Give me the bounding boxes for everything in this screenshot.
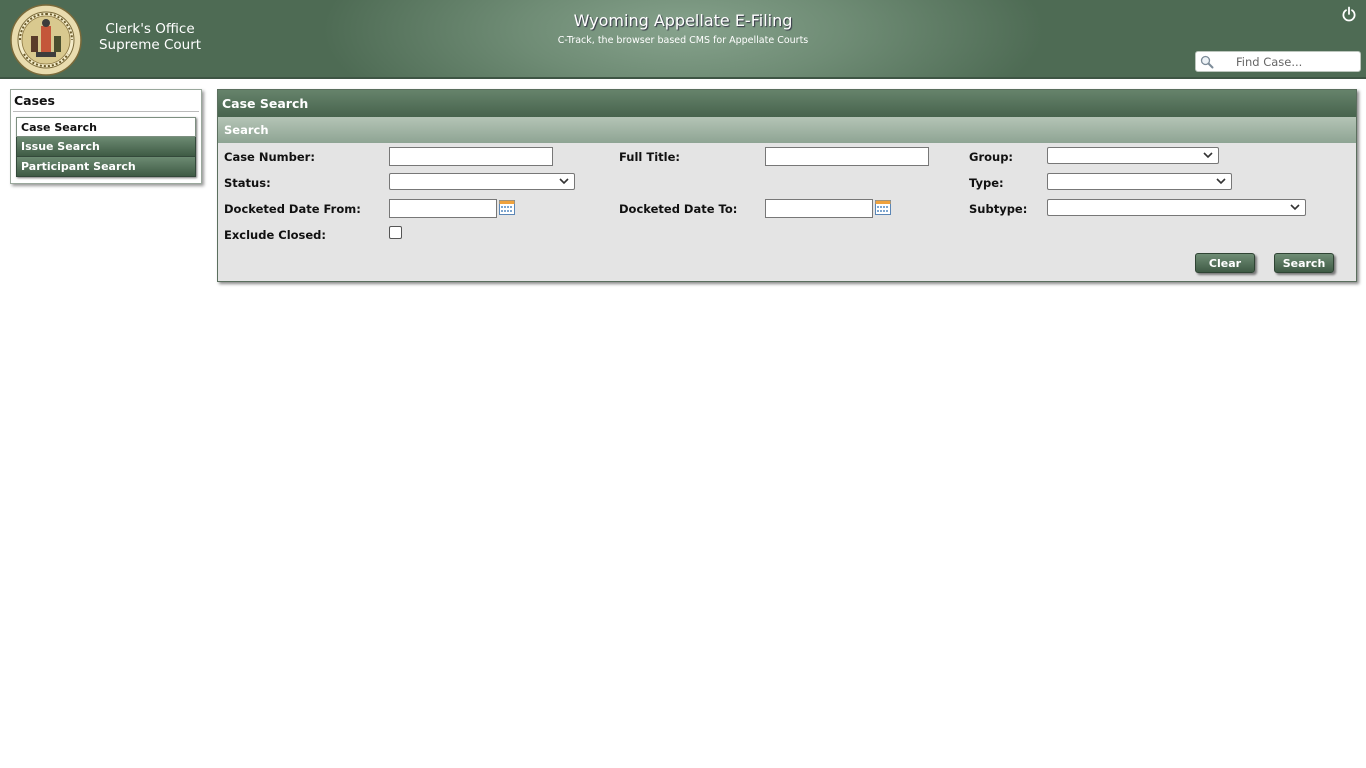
sidebar-title: Cases [14,93,55,108]
docketed-to-input[interactable] [765,199,873,218]
find-case-input[interactable] [1218,53,1358,70]
sidebar-item-label: Issue Search [21,140,100,153]
calendar-icon[interactable] [875,200,891,215]
office-line-1: Clerk's Office [105,21,195,37]
clear-button[interactable]: Clear [1195,253,1255,273]
group-label: Group: [969,150,1014,164]
sidebar-item-label: Case Search [21,121,97,134]
office-name: Clerk's Office Supreme Court [94,21,206,53]
app-title: Wyoming Appellate E-Filing [573,11,793,30]
chevron-down-icon [1203,152,1213,159]
panel-title: Case Search [218,90,1356,117]
status-select[interactable] [389,173,575,190]
power-icon[interactable] [1341,6,1357,22]
search-button[interactable]: Search [1274,253,1334,273]
docketed-to-label: Docketed Date To: [619,202,738,216]
docketed-from-label: Docketed Date From: [224,202,361,216]
chevron-down-icon [1290,204,1300,211]
chevron-down-icon [1216,178,1226,185]
search-icon [1200,55,1214,69]
full-title-input[interactable] [765,147,929,166]
office-line-2: Supreme Court [98,37,202,53]
case-search-panel: Case Search Search Case Number: Full Tit… [217,89,1357,282]
case-number-input[interactable] [389,147,553,166]
chevron-down-icon [559,178,569,185]
exclude-closed-checkbox[interactable] [389,226,402,239]
sidebar: Cases Case Search Issue Search Participa… [10,89,202,184]
exclude-closed-label: Exclude Closed: [224,228,327,242]
case-number-label: Case Number: [224,150,315,164]
type-select[interactable] [1047,173,1232,190]
sidebar-item-label: Participant Search [21,160,136,173]
subtype-label: Subtype: [969,202,1028,216]
app-header: Clerk's Office Supreme Court Wyoming App… [0,0,1366,79]
subtype-select[interactable] [1047,199,1306,216]
section-title: Search [218,117,1356,143]
full-title-label: Full Title: [619,150,680,164]
sidebar-item-case-search[interactable]: Case Search [16,117,196,137]
app-subtitle: C-Track, the browser based CMS for Appel… [557,35,809,46]
sidebar-item-issue-search[interactable]: Issue Search [16,137,196,157]
status-label: Status: [224,176,271,190]
docketed-from-input[interactable] [389,199,497,218]
calendar-icon[interactable] [499,200,515,215]
sidebar-menu: Case Search Issue Search Participant Sea… [16,117,196,177]
sidebar-divider [13,111,199,112]
group-select[interactable] [1047,147,1219,164]
type-label: Type: [969,176,1004,190]
sidebar-item-participant-search[interactable]: Participant Search [16,157,196,177]
wyoming-seal-icon [10,4,82,76]
find-case-box [1195,51,1361,72]
